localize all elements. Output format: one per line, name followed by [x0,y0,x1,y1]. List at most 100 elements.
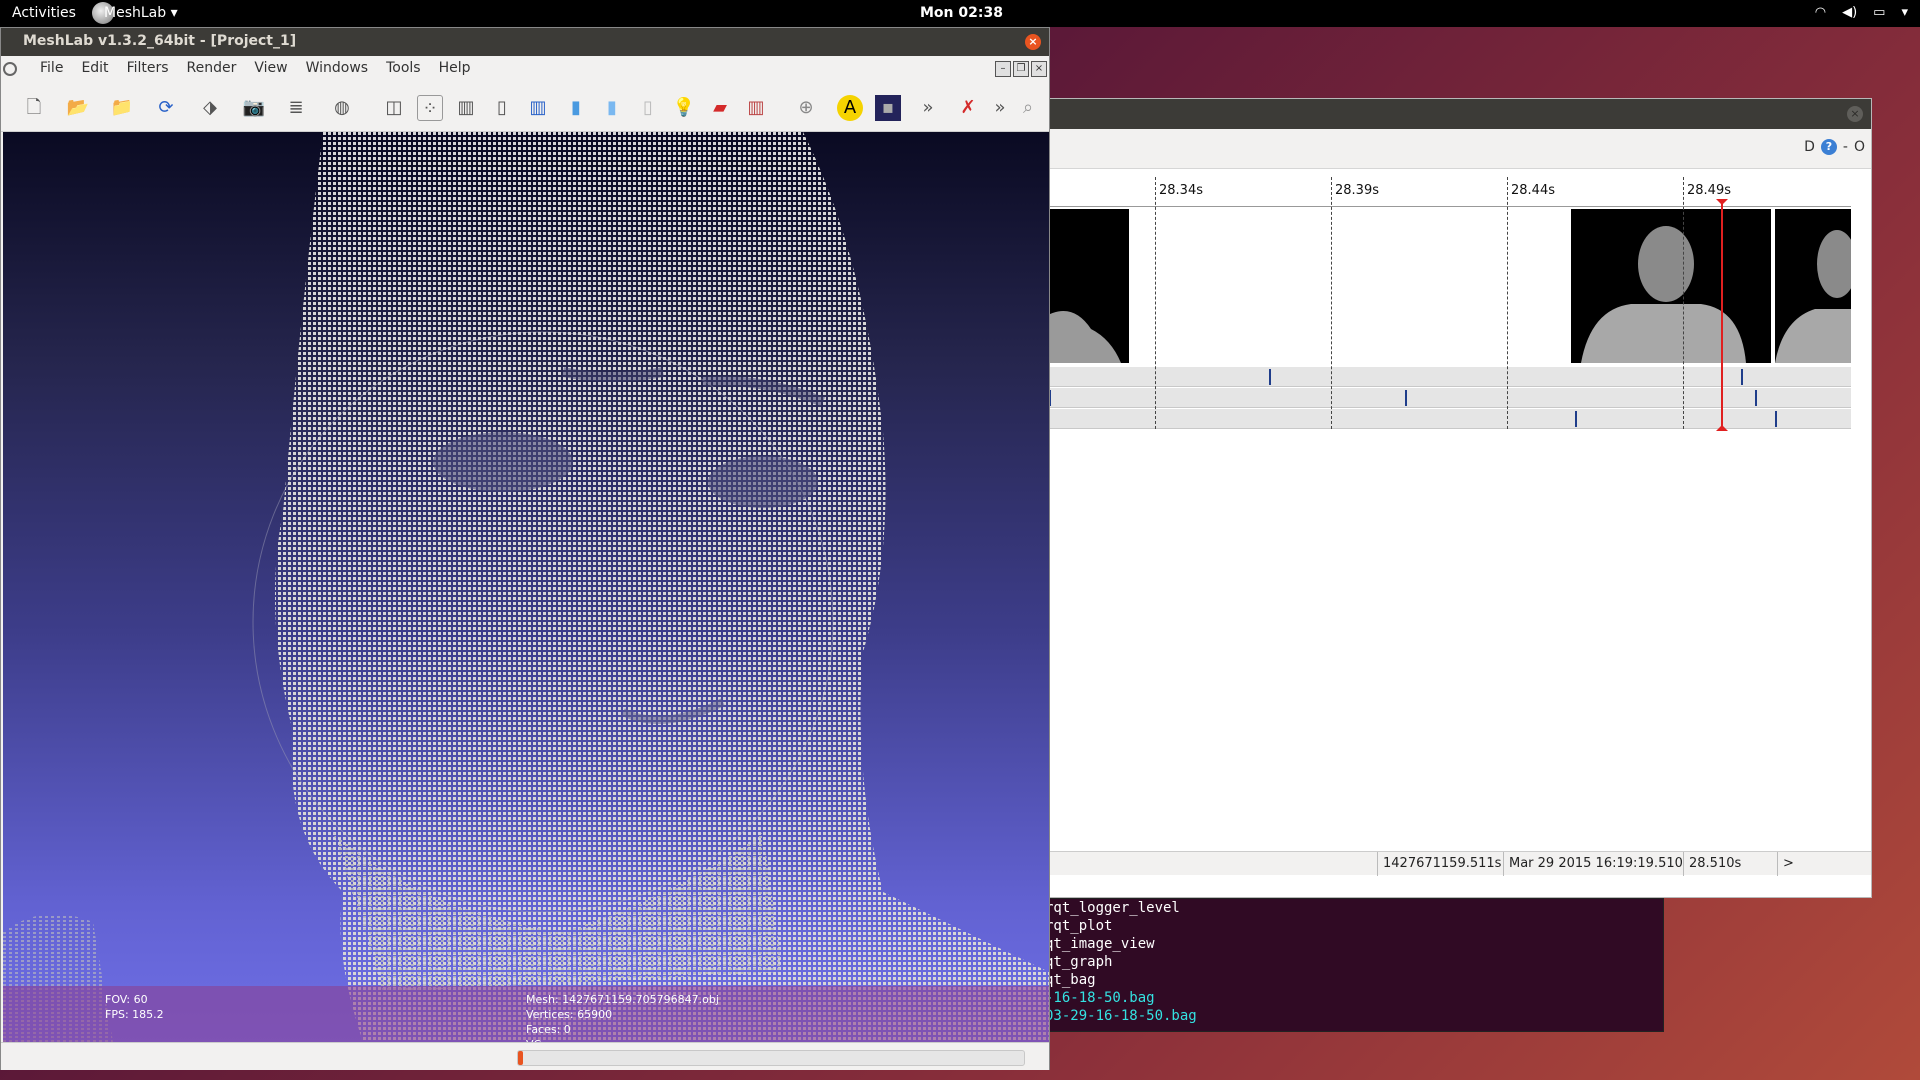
face-count: Faces: 0 [526,1023,571,1036]
hidden-lines-icon[interactable]: ▯ [489,95,515,121]
message-marker[interactable] [1775,411,1777,427]
save-icon[interactable]: ⬗ [197,95,223,121]
menu-items: File Edit Filters Render View Windows To… [31,60,480,76]
snapshot-icon[interactable]: 📷 [241,95,267,121]
text-icon[interactable]: A [837,95,863,121]
menu-edit[interactable]: Edit [72,60,117,76]
terminal-line: -16-18-50.bag [1045,990,1155,1006]
flat-icon[interactable]: ▮ [563,95,589,121]
tick-gridline [1507,177,1508,429]
menu-help[interactable]: Help [430,60,480,76]
menu-windows[interactable]: Windows [297,60,378,76]
menu-render[interactable]: Render [178,60,246,76]
power-icon[interactable]: ▾ [1901,5,1908,20]
flat-lines-icon[interactable]: ▥ [525,95,551,121]
rqt-bag-window[interactable]: × D ? - O 28.34s 28.39s 28.44s 28.49s 14… [1040,98,1872,898]
point-cloud-render[interactable] [3,132,1049,1042]
info-overlay: FOV: 60 FPS: 185.2 Mesh: 1427671159.7057… [3,986,1049,1042]
close-icon[interactable]: × [1025,34,1041,50]
open-project-icon[interactable]: 📂 [65,95,91,121]
tick-gridline [1155,177,1156,429]
points-icon[interactable]: ⁘ [417,95,443,121]
reload-icon[interactable]: ⟳ [153,95,179,121]
rqt-toolbar-right: D ? - O [1804,139,1865,155]
message-marker[interactable] [1575,411,1577,427]
restore-icon[interactable]: ❐ [1013,61,1029,77]
open-file-icon[interactable]: 📁 [109,95,135,121]
restore-button[interactable]: O [1854,139,1865,155]
tick-label: 28.34s [1159,183,1203,198]
texture-icon[interactable]: ▯ [635,95,661,121]
terminal-line: qt_bag [1045,972,1096,988]
depth-thumbnail-image [1581,226,1746,363]
overflow-icon[interactable]: » [915,95,941,121]
divider [1683,852,1684,876]
color-icon[interactable]: ▰ [707,95,733,121]
activities-button[interactable]: Activities [12,5,76,21]
playhead-top-marker[interactable] [1716,199,1728,205]
smooth-icon[interactable]: ▮ [599,95,625,121]
axis-icon[interactable]: ⊕ [793,95,819,121]
decorate-icon[interactable]: ▪ [875,95,901,121]
rqt-statusbar: 1427671159.511s Mar 29 2015 16:19:19.510… [1041,851,1871,876]
overflow-icon-2[interactable]: » [987,95,1013,121]
topic-row[interactable] [1041,367,1851,387]
progress-bar [517,1050,1025,1066]
terminal-window[interactable]: rqt_logger_level rqt_plot qt_image_view … [1040,898,1664,1032]
status-bar [1,1042,1049,1070]
playhead[interactable] [1721,203,1723,431]
volume-icon[interactable]: ◀) [1842,5,1857,20]
topic-row[interactable] [1041,388,1851,408]
battery-icon[interactable]: ▭ [1873,5,1885,20]
mdi-controls: – ❐ × [995,61,1047,77]
layers-icon[interactable]: ≣ [283,95,309,121]
menu-file[interactable]: File [31,60,72,76]
dock-toggle-button[interactable]: D [1804,139,1815,155]
playhead-bottom-marker[interactable] [1716,425,1728,431]
terminal-line: 03-29-16-18-50.bag [1045,1008,1197,1024]
menu-view[interactable]: View [245,60,296,76]
topic-row[interactable] [1041,409,1851,429]
timeline-ruler[interactable]: 28.34s 28.39s 28.44s 28.49s [1041,177,1851,207]
minimize-icon[interactable]: – [995,61,1011,77]
wifi-icon[interactable]: ◠ [1815,5,1826,20]
message-marker[interactable] [1269,369,1271,385]
light-icon[interactable]: 💡 [671,95,697,121]
meshlab-window[interactable]: MeshLab v1.3.2_64bit - [Project_1] × Fil… [0,27,1050,1070]
terminal-line: qt_graph [1045,954,1113,970]
minimize-button[interactable]: - [1843,139,1848,155]
tick-label: 28.49s [1687,183,1731,198]
close-icon[interactable]: × [1847,106,1863,122]
delete-icon[interactable]: ✗ [955,95,981,121]
3d-viewport[interactable]: FOV: 60 FPS: 185.2 Mesh: 1427671159.7057… [3,132,1049,1042]
new-file-icon[interactable]: 🗋 [21,95,47,121]
meshlab-titlebar[interactable]: MeshLab v1.3.2_64bit - [Project_1] × [1,28,1049,56]
next-button[interactable]: > [1783,856,1794,871]
help-icon[interactable]: ? [1820,139,1837,155]
app-menu-label: MeshLab [104,5,167,21]
divider [1777,852,1778,876]
window-menu-icon[interactable] [3,62,17,76]
message-marker[interactable] [1405,390,1407,406]
window-title: MeshLab v1.3.2_64bit - [Project_1] [23,33,297,49]
terminal-line: rqt_logger_level [1045,900,1180,916]
rqt-titlebar[interactable]: × [1041,99,1871,129]
more-render-icon[interactable]: ▥ [743,95,769,121]
clock[interactable]: Mon 02:38 [920,5,1003,21]
menu-filters[interactable]: Filters [118,60,178,76]
divider [1503,852,1504,876]
wireframe-icon[interactable]: ▥ [453,95,479,121]
app-menu-button[interactable]: MeshLab ▾ [104,5,178,21]
progress-fill [518,1051,524,1065]
rqt-toolbar: D ? - O [1041,129,1871,169]
message-marker[interactable] [1755,390,1757,406]
stamp-readout: 1427671159.511s [1383,856,1502,871]
menu-tools[interactable]: Tools [377,60,430,76]
zoom-icon[interactable]: ⌕ [1015,95,1041,121]
depth-thumbnail [1041,209,1129,363]
chevron-down-icon: ▾ [170,5,178,21]
sphere-icon[interactable]: ◍ [329,95,355,121]
bbox-icon[interactable]: ◫ [381,95,407,121]
message-marker[interactable] [1741,369,1743,385]
close-icon[interactable]: × [1031,61,1047,77]
